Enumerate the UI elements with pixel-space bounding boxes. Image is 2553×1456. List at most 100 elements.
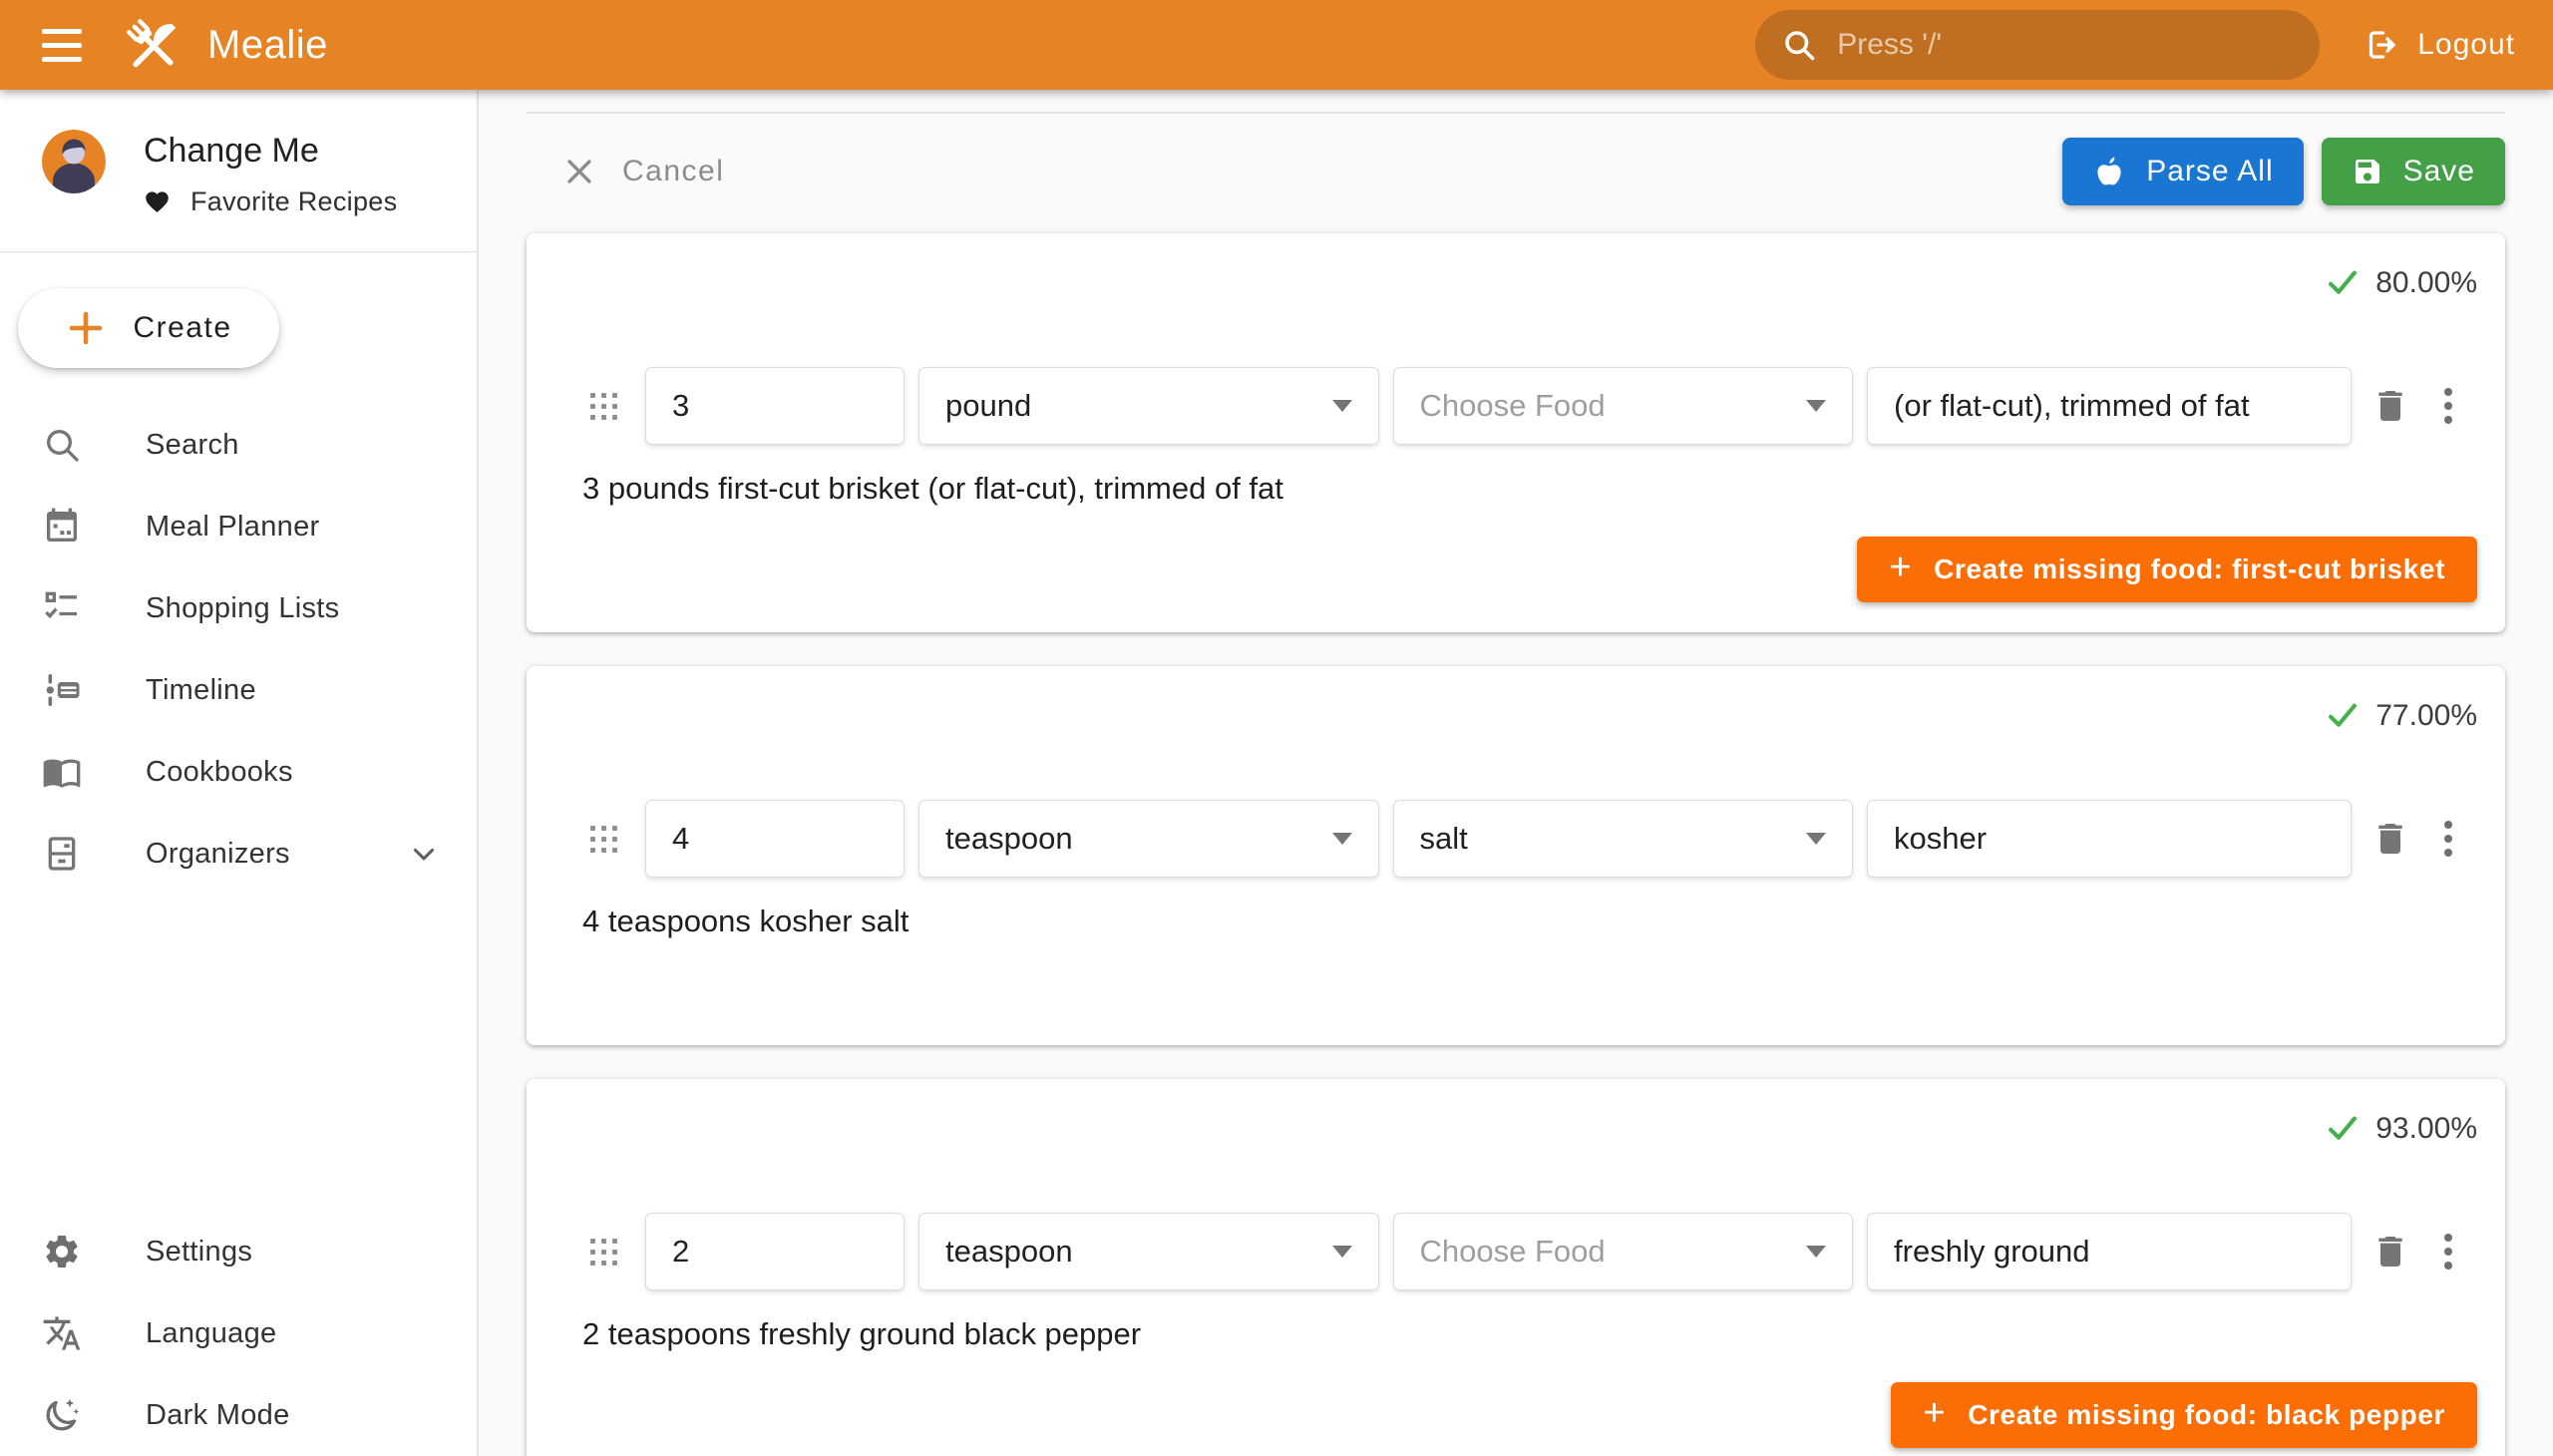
quantity-input[interactable] <box>645 1213 905 1290</box>
logout-button[interactable]: Logout <box>2354 13 2525 77</box>
heart-icon <box>144 188 171 215</box>
drag-handle-icon[interactable] <box>590 826 617 853</box>
confidence-indicator: 77.00% <box>582 694 2477 738</box>
cancel-button[interactable]: Cancel <box>552 147 734 196</box>
chevron-down-icon <box>407 837 441 871</box>
create-missing-food-label: Create missing food: black pepper <box>1968 1399 2445 1431</box>
sidebar-item-label: Language <box>146 1317 276 1350</box>
food-select[interactable]: Choose Food <box>1393 1213 1854 1290</box>
calendar-icon <box>40 507 84 546</box>
apple-icon <box>2092 155 2126 188</box>
sidebar-bottom-nav: Settings Language <box>0 1211 477 1456</box>
kebab-menu-icon[interactable] <box>2419 377 2477 435</box>
create-missing-food-label: Create missing food: first-cut brisket <box>1934 553 2445 585</box>
kebab-menu-icon[interactable] <box>2419 1223 2477 1280</box>
save-button[interactable]: Save <box>2322 138 2505 205</box>
dropdown-arrow-icon <box>1806 833 1826 845</box>
ingredient-cards: 80.00% pound Choose Food <box>527 233 2505 1456</box>
avatar[interactable] <box>42 130 106 193</box>
sidebar-item-search[interactable]: Search <box>0 404 477 486</box>
sidebar-item-settings[interactable]: Settings <box>0 1211 477 1292</box>
food-select[interactable]: salt <box>1393 800 1854 878</box>
note-input[interactable] <box>1867 800 2352 878</box>
search-icon <box>1781 27 1817 63</box>
food-select[interactable]: Choose Food <box>1393 367 1854 445</box>
confidence-indicator: 93.00% <box>582 1107 2477 1151</box>
logout-label: Logout <box>2417 28 2515 62</box>
dropdown-arrow-icon <box>1332 400 1352 412</box>
favorite-recipes-link[interactable]: Favorite Recipes <box>144 186 397 217</box>
ingredient-card: 80.00% pound Choose Food <box>527 233 2505 632</box>
timeline-icon <box>40 670 84 710</box>
sidebar-item-label: Shopping Lists <box>146 592 339 625</box>
menu-icon[interactable] <box>30 13 94 77</box>
sidebar-item-organizers[interactable]: Organizers <box>0 813 477 895</box>
sidebar-divider <box>0 251 477 252</box>
user-name: Change Me <box>144 132 397 171</box>
quantity-input[interactable] <box>645 367 905 445</box>
sidebar-item-dark-mode[interactable]: Dark Mode <box>0 1374 477 1456</box>
dropdown-arrow-icon <box>1332 1246 1352 1258</box>
drag-handle-icon[interactable] <box>590 1239 617 1266</box>
food-value: salt <box>1420 821 1468 857</box>
delete-button[interactable] <box>2362 377 2419 435</box>
check-icon <box>2324 1110 2362 1148</box>
create-button-label: Create <box>133 311 231 345</box>
sidebar-item-timeline[interactable]: Timeline <box>0 649 477 731</box>
user-meta: Change Me Favorite Recipes <box>144 130 397 217</box>
ingredient-row: teaspoon salt <box>582 800 2477 878</box>
sidebar-user-section: Change Me Favorite Recipes <box>0 90 477 251</box>
note-input[interactable] <box>1867 367 2352 445</box>
unit-value: teaspoon <box>945 821 1073 857</box>
search-icon <box>40 425 84 465</box>
close-icon <box>562 155 596 188</box>
plus-icon: + <box>1923 1394 1946 1432</box>
main-content: Cancel Parse All Save <box>479 90 2553 1456</box>
sidebar-item-label: Timeline <box>146 674 256 707</box>
moon-icon <box>40 1395 84 1435</box>
plus-icon: + <box>1889 548 1912 586</box>
create-missing-food-button[interactable]: + Create missing food: black pepper <box>1891 1382 2477 1448</box>
gear-icon <box>40 1232 84 1272</box>
unit-select[interactable]: teaspoon <box>918 800 1379 878</box>
global-search-input[interactable] <box>1837 28 2294 62</box>
delete-button[interactable] <box>2362 810 2419 868</box>
sidebar-item-cookbooks[interactable]: Cookbooks <box>0 731 477 813</box>
confidence-value: 93.00% <box>2375 1112 2477 1146</box>
quantity-input[interactable] <box>645 800 905 878</box>
original-ingredient-text: 4 teaspoons kosher salt <box>582 904 2477 939</box>
confidence-value: 77.00% <box>2375 699 2477 733</box>
sidebar-item-label: Cookbooks <box>146 756 293 789</box>
unit-select[interactable]: teaspoon <box>918 1213 1379 1290</box>
sidebar-item-label: Organizers <box>146 838 290 871</box>
app-header: Mealie Logout <box>0 0 2553 90</box>
sidebar-item-label: Search <box>146 429 239 462</box>
kebab-menu-icon[interactable] <box>2419 810 2477 868</box>
ingredient-card: 93.00% teaspoon Choose Food <box>527 1079 2505 1456</box>
dropdown-arrow-icon <box>1806 1246 1826 1258</box>
note-input[interactable] <box>1867 1213 2352 1290</box>
dropdown-arrow-icon <box>1332 833 1352 845</box>
checklist-icon <box>40 588 84 628</box>
create-button[interactable]: Create <box>18 288 279 368</box>
save-label: Save <box>2403 155 2475 188</box>
sidebar-item-shopping-lists[interactable]: Shopping Lists <box>0 567 477 649</box>
cancel-label: Cancel <box>622 155 724 188</box>
confidence-indicator: 80.00% <box>582 261 2477 305</box>
confidence-value: 80.00% <box>2375 266 2477 300</box>
food-value: Choose Food <box>1420 388 1606 424</box>
drag-handle-icon[interactable] <box>590 393 617 420</box>
create-missing-food-button[interactable]: + Create missing food: first-cut brisket <box>1857 537 2477 602</box>
sidebar-item-label: Meal Planner <box>146 511 319 544</box>
unit-select[interactable]: pound <box>918 367 1379 445</box>
save-icon <box>2352 156 2383 187</box>
parse-all-button[interactable]: Parse All <box>2062 138 2303 205</box>
global-search[interactable] <box>1755 10 2320 80</box>
sidebar-item-meal-planner[interactable]: Meal Planner <box>0 486 477 567</box>
trash-icon <box>2371 1232 2410 1272</box>
delete-button[interactable] <box>2362 1223 2419 1280</box>
organizer-icon <box>40 834 84 874</box>
sidebar-item-language[interactable]: Language <box>0 1292 477 1374</box>
check-icon <box>2324 264 2362 302</box>
mealie-logo-icon <box>122 14 183 76</box>
